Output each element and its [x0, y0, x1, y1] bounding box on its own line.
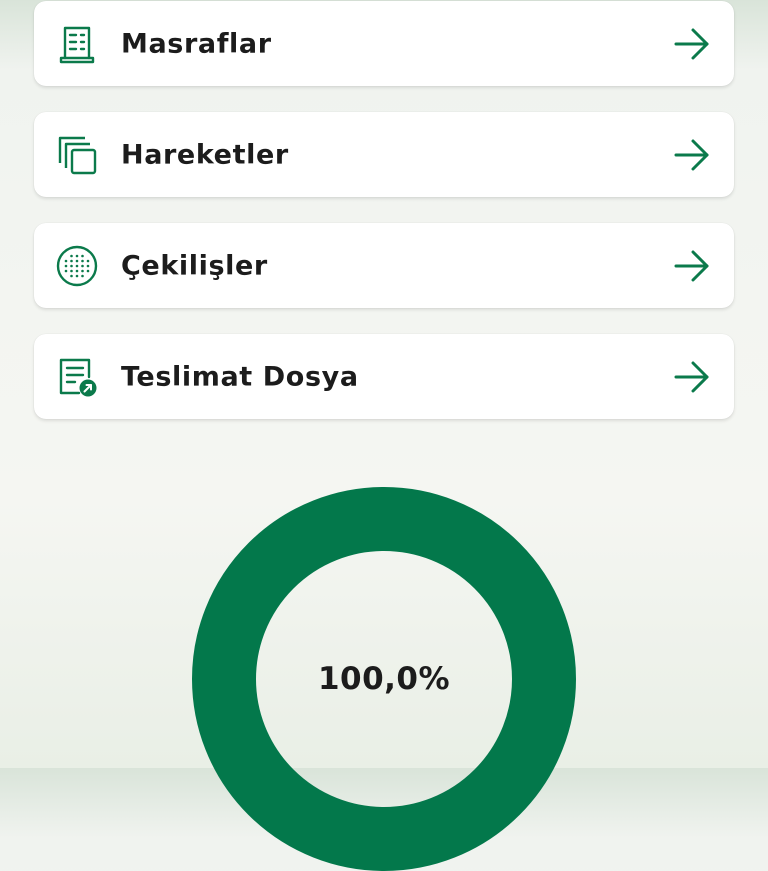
document-shared-icon — [54, 354, 100, 400]
arrow-right-icon — [672, 357, 712, 397]
menu-item-label: Çekilişler — [121, 250, 268, 281]
donut-chart: 100,0% — [192, 487, 576, 871]
menu-item-teslimat-dosya[interactable]: Teslimat Dosya — [34, 334, 734, 419]
arrow-right-icon — [672, 24, 712, 64]
copy-icon — [54, 132, 100, 178]
arrow-right-icon — [672, 246, 712, 286]
arrow-right-icon — [672, 135, 712, 175]
menu-item-cekilisler[interactable]: Çekilişler — [34, 223, 734, 308]
menu-item-hareketler[interactable]: Hareketler — [34, 112, 734, 197]
menu-item-label: Masraflar — [121, 28, 272, 59]
menu-item-masraflar[interactable]: Masraflar — [34, 1, 734, 86]
donut-center-label: 100,0% — [317, 661, 451, 697]
menu-item-label: Hareketler — [121, 139, 289, 170]
dotted-circle-icon — [54, 243, 100, 289]
menu-item-label: Teslimat Dosya — [121, 361, 359, 392]
receipt-icon — [54, 21, 100, 67]
